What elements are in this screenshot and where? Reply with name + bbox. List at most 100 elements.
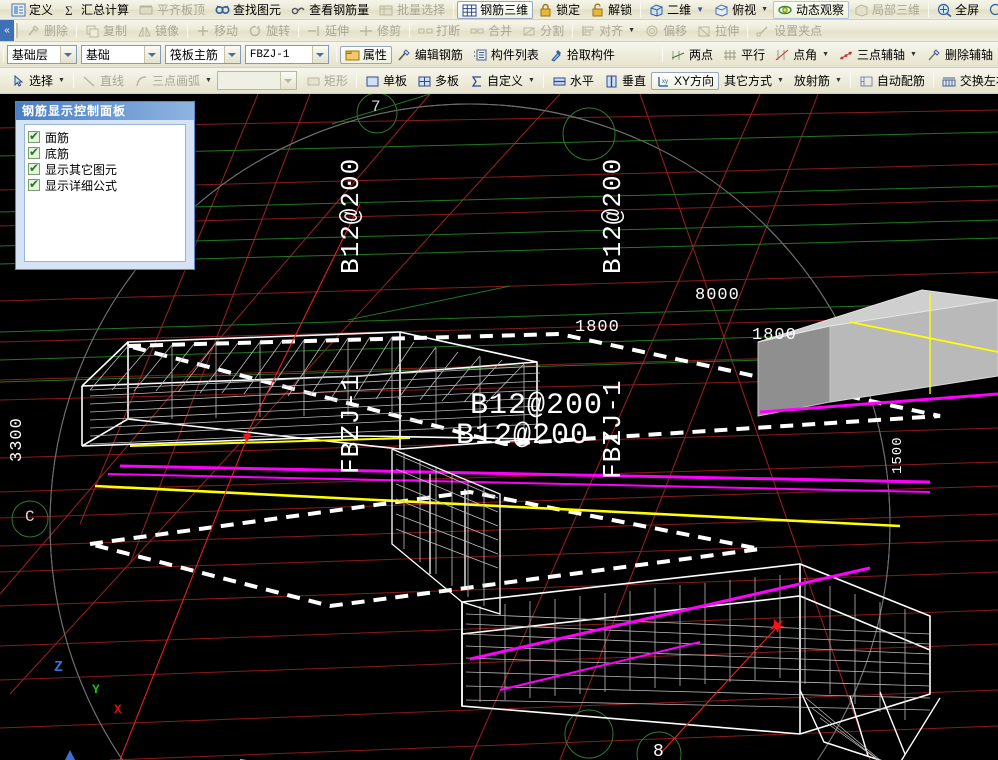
toolbar-button-merge[interactable]: 合并 — [465, 22, 517, 40]
toolbar-button-align-slab-top[interactable]: 平齐板顶 — [134, 1, 210, 19]
chevron-down-icon[interactable]: ▼ — [528, 77, 535, 84]
chevron-down-icon[interactable]: ▼ — [822, 51, 829, 58]
chevron-down-icon[interactable]: ▼ — [761, 6, 768, 13]
axis-button-parallel[interactable]: 平行 — [718, 46, 770, 64]
chevron-down-icon[interactable] — [143, 46, 160, 63]
chevron-down-icon[interactable] — [279, 72, 296, 89]
drawing-canvas[interactable]: 8000 1800 1800 3300 1500 B12@200 FBZJ-1 … — [0, 94, 998, 760]
draw-button-rectangle[interactable]: 矩形 — [301, 72, 353, 90]
toolbar-button-find-element[interactable]: 查找图元 — [210, 1, 286, 19]
multi-slab-icon — [417, 74, 432, 88]
rebar-display-control-panel[interactable]: 钢筋显示控制面板 面筋 底筋 显示其它图元 显示详细公式 — [15, 101, 195, 270]
chevron-down-icon[interactable]: ▼ — [777, 77, 784, 84]
member-name-select[interactable]: FBZJ-1 — [244, 45, 329, 64]
chevron-down-icon[interactable]: ▼ — [696, 5, 704, 14]
properties-icon — [345, 48, 360, 62]
checkbox-row-show-detailed-formula[interactable]: 显示详细公式 — [28, 177, 182, 193]
arc-mode-select[interactable] — [216, 71, 297, 90]
toolbar-button-set-grip[interactable]: 设置夹点 — [751, 22, 827, 40]
toolbar-button-split[interactable]: 分割 — [517, 22, 569, 40]
chevron-down-icon[interactable] — [59, 46, 76, 63]
toolbar-button-top-view[interactable]: 俯视 ▼ — [709, 1, 773, 19]
toolbar-button-unlock[interactable]: 解锁 — [585, 1, 637, 19]
toolbar-button-zoom[interactable]: 缩 — [984, 1, 998, 19]
checkbox[interactable] — [28, 161, 40, 175]
draw-label: 矩形 — [323, 74, 348, 88]
chevron-down-icon[interactable]: ▼ — [835, 77, 842, 84]
draw-button-radial-rebar[interactable]: 放射筋 ▼ — [789, 72, 847, 90]
toolbar-button-align[interactable]: 对齐 ▼ — [576, 22, 640, 40]
draw-button-select[interactable]: 选择 ▼ — [6, 72, 70, 90]
toolbar-label: 移动 — [214, 24, 239, 38]
draw-button-multi-slab[interactable]: 多板 — [412, 72, 464, 90]
axis-button-delete-axis[interactable]: 删除辅轴 — [922, 46, 998, 64]
toolbar-button-2d-view[interactable]: 二维 ▼ — [644, 1, 709, 19]
draw-button-three-point-arc[interactable]: 三点画弧 ▼ — [129, 72, 217, 90]
toolbar-button-view-rebar-quantity[interactable]: 查看钢筋量 — [286, 1, 374, 19]
toolbar-grip[interactable] — [15, 23, 18, 38]
toolbar-button-dynamic-observe[interactable]: 动态观察 — [773, 0, 850, 19]
toolbar-separator — [298, 23, 300, 38]
checkbox[interactable] — [28, 177, 40, 191]
toolbar-button-delete[interactable]: 删除 — [21, 22, 73, 40]
toolbar-button-trim[interactable]: 修剪 — [354, 22, 406, 40]
toolbar-button-lock[interactable]: 锁定 — [533, 1, 585, 19]
toolbar-grip[interactable] — [662, 47, 664, 62]
chevron-down-icon[interactable]: ▼ — [910, 51, 917, 58]
chevron-down-icon[interactable]: ▼ — [628, 27, 635, 34]
draw-button-custom[interactable]: 自定义 ▼ — [464, 72, 540, 90]
member-type-select[interactable]: 筏板主筋 — [164, 45, 241, 64]
checkbox[interactable] — [28, 145, 40, 159]
chevron-down-icon[interactable] — [311, 46, 328, 63]
draw-button-xy-direction[interactable]: xy XY方向 — [650, 71, 719, 90]
draw-button-line[interactable]: 直线 — [77, 72, 129, 90]
edit-rebar-button[interactable]: 编辑钢筋 — [392, 46, 468, 64]
toolbar-button-stretch[interactable]: 拉伸 — [692, 22, 744, 40]
properties-button[interactable]: 属性 — [339, 45, 392, 64]
toolbar-grip[interactable] — [3, 47, 4, 62]
axis-button-three-point[interactable]: 三点辅轴 ▼ — [834, 46, 922, 64]
toolbar-button-rotate[interactable]: 旋转 — [243, 22, 295, 40]
toolbar-button-batch-select[interactable]: 批量选择 — [374, 1, 450, 19]
floor-select[interactable]: 基础层 — [6, 45, 77, 64]
sidebar-collapse-button[interactable]: « — [0, 20, 14, 41]
toolbar-label: 修剪 — [377, 24, 402, 38]
toolbar-button-mirror[interactable]: 镜像 — [132, 22, 184, 40]
draw-button-horizontal[interactable]: 水平 — [547, 72, 599, 90]
draw-button-vertical[interactable]: 垂直 — [599, 72, 651, 90]
checkbox[interactable] — [28, 129, 40, 143]
toolbar-button-fullscreen[interactable]: 全屏 — [932, 1, 984, 19]
structure-select[interactable]: 基础 — [80, 45, 161, 64]
toolbar-separator — [572, 23, 574, 38]
checkbox-row-top-rebar[interactable]: 面筋 — [28, 129, 182, 145]
chevron-down-icon[interactable]: ▼ — [205, 77, 212, 84]
member-list-button[interactable]: 构件列表 — [468, 46, 544, 64]
member-list-label: 构件列表 — [490, 48, 539, 62]
draw-button-single-slab[interactable]: 单板 — [360, 72, 412, 90]
toolbar-button-rebar-3d[interactable]: 钢筋三维 — [457, 0, 534, 19]
chevron-down-icon[interactable]: ▼ — [58, 77, 65, 84]
checkbox-row-show-other-elements[interactable]: 显示其它图元 — [28, 161, 182, 177]
axis-button-two-point[interactable]: 两点 — [666, 46, 718, 64]
lock-icon — [538, 3, 553, 17]
toolbar-button-local-3d[interactable]: 局部三维 — [849, 1, 925, 19]
toolbar-member: 基础层 基础 筏板主筋 FBZJ-1 属性 编辑钢筋 构件列表 拾取构件 两点 … — [0, 42, 998, 68]
rebar-mesh-lower — [465, 575, 931, 720]
chevron-down-icon[interactable] — [223, 46, 240, 63]
axis-button-point-angle[interactable]: 点角 ▼ — [770, 46, 834, 64]
toolbar-separator — [932, 73, 934, 88]
draw-button-auto-rebar[interactable]: 自动配筋 — [854, 72, 930, 90]
toolbar-button-offset[interactable]: 偏移 — [640, 22, 692, 40]
toolbar-button-extend[interactable]: 延伸 — [302, 22, 354, 40]
checkbox-row-bottom-rebar[interactable]: 底筋 — [28, 145, 182, 161]
merge-icon — [470, 24, 485, 38]
pick-member-button[interactable]: 拾取构件 — [544, 46, 620, 64]
draw-button-swap-annotation[interactable]: 交换左右标注 — [937, 72, 998, 90]
toolbar-button-define[interactable]: 定义 — [6, 1, 58, 19]
toolbar-button-summary-calc[interactable]: Σ 汇总计算 — [58, 1, 134, 19]
toolbar-button-move[interactable]: 移动 — [191, 22, 243, 40]
draw-button-other-method[interactable]: 其它方式 ▼ — [719, 72, 789, 90]
toolbar-button-copy[interactable]: 复制 — [80, 22, 132, 40]
three-point-arc-icon — [134, 74, 149, 88]
toolbar-button-break[interactable]: 打断 — [413, 22, 465, 40]
